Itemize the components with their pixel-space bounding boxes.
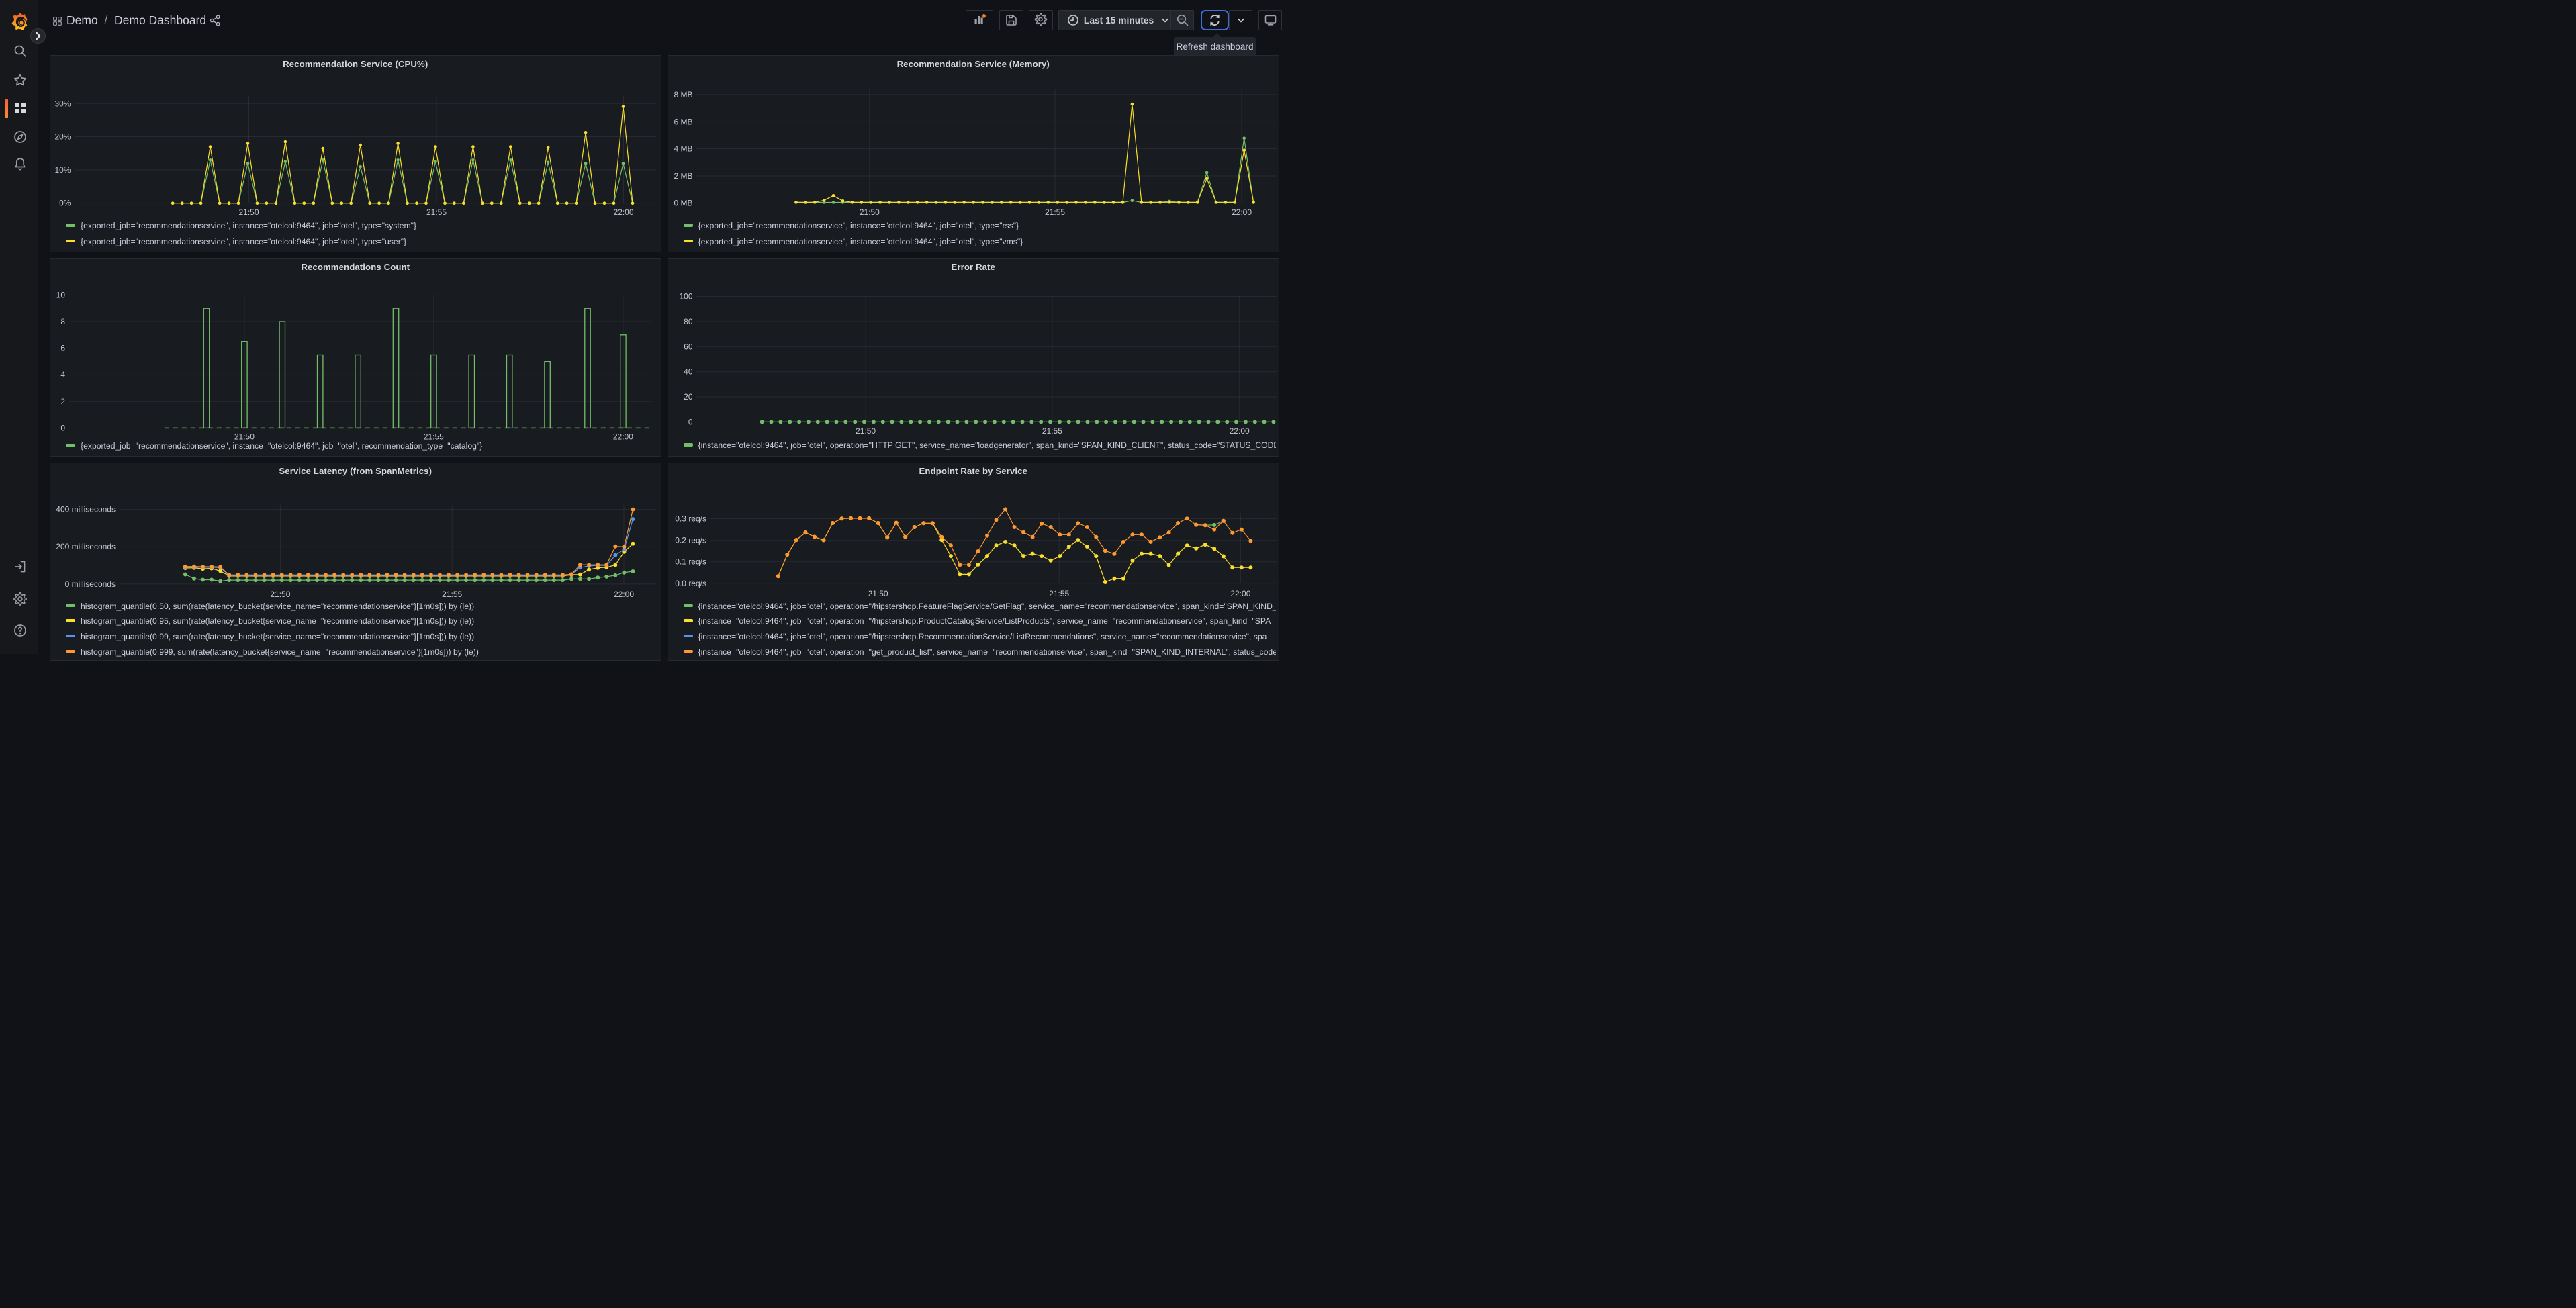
svg-text:22:00: 22:00 xyxy=(1231,207,1251,217)
svg-text:10: 10 xyxy=(56,290,66,299)
svg-text:22:00: 22:00 xyxy=(614,590,634,599)
svg-text:6: 6 xyxy=(60,344,65,353)
svg-text:400 milliseconds: 400 milliseconds xyxy=(56,504,116,514)
svg-text:21:55: 21:55 xyxy=(1044,207,1064,217)
svg-text:21:55: 21:55 xyxy=(1049,589,1069,598)
svg-text:8: 8 xyxy=(60,317,65,326)
svg-text:6 MB: 6 MB xyxy=(674,117,692,126)
svg-text:10%: 10% xyxy=(54,165,71,175)
svg-text:21:50: 21:50 xyxy=(234,432,255,442)
svg-text:2 MB: 2 MB xyxy=(674,171,692,181)
svg-text:0.3 req/s: 0.3 req/s xyxy=(675,514,706,523)
svg-text:21:50: 21:50 xyxy=(859,207,879,217)
svg-text:100: 100 xyxy=(679,292,692,301)
svg-text:200 milliseconds: 200 milliseconds xyxy=(56,542,116,551)
svg-text:20: 20 xyxy=(684,392,693,402)
svg-text:21:55: 21:55 xyxy=(424,432,444,442)
svg-text:22:00: 22:00 xyxy=(1230,589,1250,598)
svg-text:2: 2 xyxy=(60,397,65,406)
svg-text:21:50: 21:50 xyxy=(270,590,290,599)
svg-text:0 milliseconds: 0 milliseconds xyxy=(65,579,116,588)
svg-text:30%: 30% xyxy=(54,99,71,108)
svg-text:21:50: 21:50 xyxy=(856,426,876,436)
svg-text:0.2 req/s: 0.2 req/s xyxy=(675,535,706,545)
svg-text:0.1 req/s: 0.1 req/s xyxy=(675,557,706,566)
svg-text:20%: 20% xyxy=(54,132,71,142)
svg-text:40: 40 xyxy=(684,367,693,377)
svg-text:0 MB: 0 MB xyxy=(674,198,692,207)
svg-text:80: 80 xyxy=(684,317,693,326)
svg-text:22:00: 22:00 xyxy=(1229,426,1249,436)
svg-text:4 MB: 4 MB xyxy=(674,144,692,154)
svg-text:22:00: 22:00 xyxy=(613,207,633,217)
svg-text:0: 0 xyxy=(60,423,65,432)
svg-text:8 MB: 8 MB xyxy=(674,90,692,99)
svg-text:0%: 0% xyxy=(59,199,71,208)
svg-text:21:55: 21:55 xyxy=(426,207,447,217)
svg-text:22:00: 22:00 xyxy=(613,432,633,442)
svg-text:21:55: 21:55 xyxy=(1042,426,1062,436)
svg-text:0.0 req/s: 0.0 req/s xyxy=(675,578,706,588)
svg-text:21:50: 21:50 xyxy=(868,589,888,598)
svg-text:21:50: 21:50 xyxy=(238,207,259,217)
svg-text:0: 0 xyxy=(688,417,692,426)
svg-text:21:55: 21:55 xyxy=(442,590,462,599)
svg-text:60: 60 xyxy=(684,342,693,351)
svg-text:4: 4 xyxy=(60,370,65,379)
